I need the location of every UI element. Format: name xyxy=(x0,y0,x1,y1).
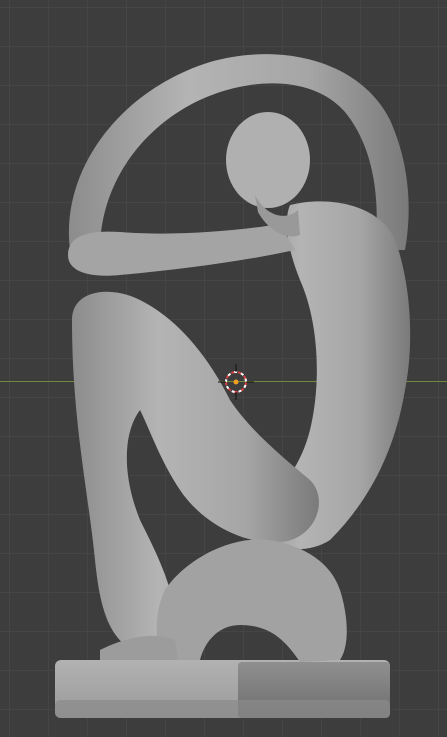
pedestal-base xyxy=(55,660,390,718)
3d-viewport[interactable] xyxy=(0,0,447,737)
front-foot xyxy=(100,635,178,660)
kneeling-leg xyxy=(156,539,347,662)
head xyxy=(226,112,310,237)
sculpture-object[interactable] xyxy=(0,0,447,737)
forearm xyxy=(68,224,295,276)
origin-dot xyxy=(233,379,239,385)
